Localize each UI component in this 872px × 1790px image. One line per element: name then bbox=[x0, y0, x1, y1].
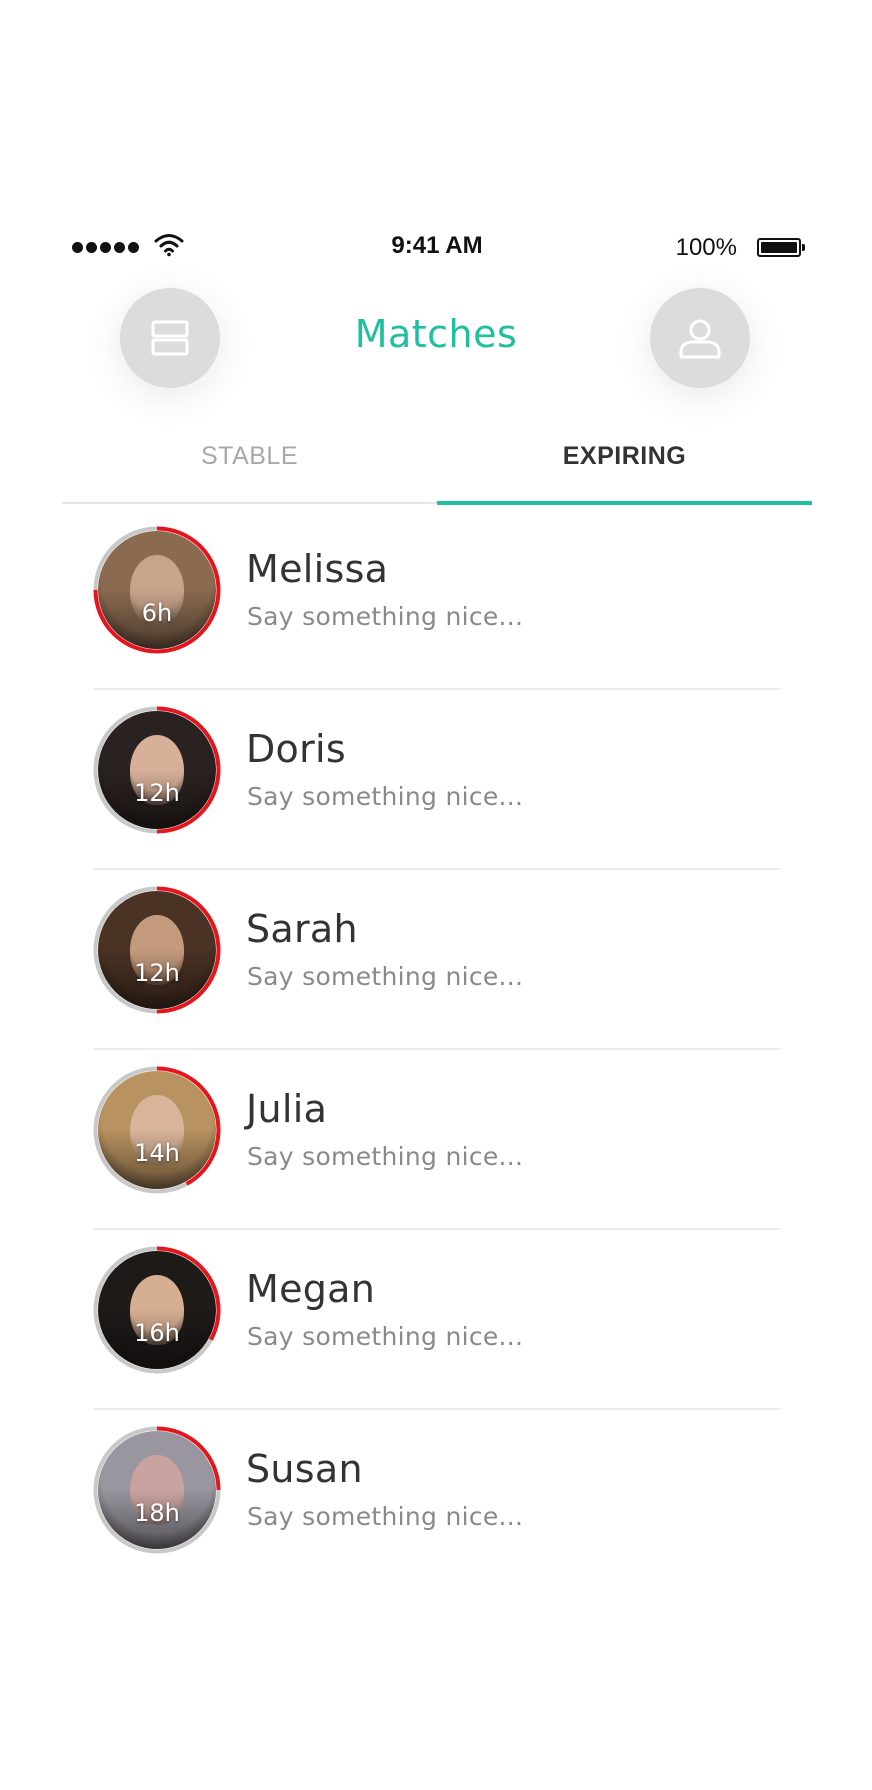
expiry-timer: 12h bbox=[134, 779, 180, 807]
profile-icon bbox=[679, 319, 721, 359]
match-name: Doris bbox=[246, 727, 346, 771]
status-bar: 9:41 AM 100% bbox=[62, 230, 812, 266]
message-preview: Say something nice... bbox=[247, 1322, 524, 1351]
match-row[interactable]: 12h Doris Say something nice... bbox=[93, 690, 780, 870]
avatar: 12h bbox=[98, 891, 216, 1009]
match-row[interactable]: 12h Sarah Say something nice... bbox=[93, 870, 780, 1050]
expiry-timer: 6h bbox=[141, 599, 173, 627]
match-list: 6h Melissa Say something nice... 12h Doris Sa… bbox=[93, 510, 780, 1590]
match-row[interactable]: 18h Susan Say something nice... bbox=[93, 1410, 780, 1590]
message-preview: Say something nice... bbox=[247, 782, 524, 811]
avatar: 18h bbox=[98, 1431, 216, 1549]
match-name: Megan bbox=[246, 1267, 376, 1311]
match-name: Sarah bbox=[246, 907, 358, 951]
avatar: 14h bbox=[98, 1071, 216, 1189]
avatar: 16h bbox=[98, 1251, 216, 1369]
battery-icon bbox=[757, 238, 805, 257]
tab-bar: STABLE EXPIRING bbox=[62, 430, 812, 506]
battery-percent: 100% bbox=[675, 234, 737, 261]
message-preview: Say something nice... bbox=[247, 1502, 524, 1531]
active-tab-indicator bbox=[437, 501, 812, 505]
avatar: 12h bbox=[98, 711, 216, 829]
tab-stable[interactable]: STABLE bbox=[62, 442, 437, 471]
avatar-with-timer[interactable]: 16h bbox=[93, 1246, 221, 1374]
match-row[interactable]: 16h Megan Say something nice... bbox=[93, 1230, 780, 1410]
avatar-with-timer[interactable]: 12h bbox=[93, 886, 221, 1014]
avatar-with-timer[interactable]: 6h bbox=[93, 526, 221, 654]
match-name: Susan bbox=[246, 1447, 363, 1491]
message-preview: Say something nice... bbox=[247, 962, 524, 991]
match-row[interactable]: 6h Melissa Say something nice... bbox=[93, 510, 780, 690]
avatar: 6h bbox=[98, 531, 216, 649]
expiry-timer: 16h bbox=[134, 1319, 180, 1347]
app-header: Matches bbox=[0, 280, 872, 400]
avatar-with-timer[interactable]: 18h bbox=[93, 1426, 221, 1554]
avatar-with-timer[interactable]: 14h bbox=[93, 1066, 221, 1194]
match-name: Julia bbox=[246, 1087, 328, 1131]
expiry-timer: 12h bbox=[134, 959, 180, 987]
profile-button[interactable] bbox=[650, 288, 750, 388]
expiry-timer: 18h bbox=[134, 1499, 180, 1527]
match-name: Melissa bbox=[246, 547, 389, 591]
tab-divider bbox=[62, 502, 437, 504]
tab-expiring[interactable]: EXPIRING bbox=[437, 442, 812, 471]
match-row[interactable]: 14h Julia Say something nice... bbox=[93, 1050, 780, 1230]
message-preview: Say something nice... bbox=[247, 1142, 524, 1171]
message-preview: Say something nice... bbox=[247, 602, 524, 631]
avatar-with-timer[interactable]: 12h bbox=[93, 706, 221, 834]
expiry-timer: 14h bbox=[134, 1139, 180, 1167]
